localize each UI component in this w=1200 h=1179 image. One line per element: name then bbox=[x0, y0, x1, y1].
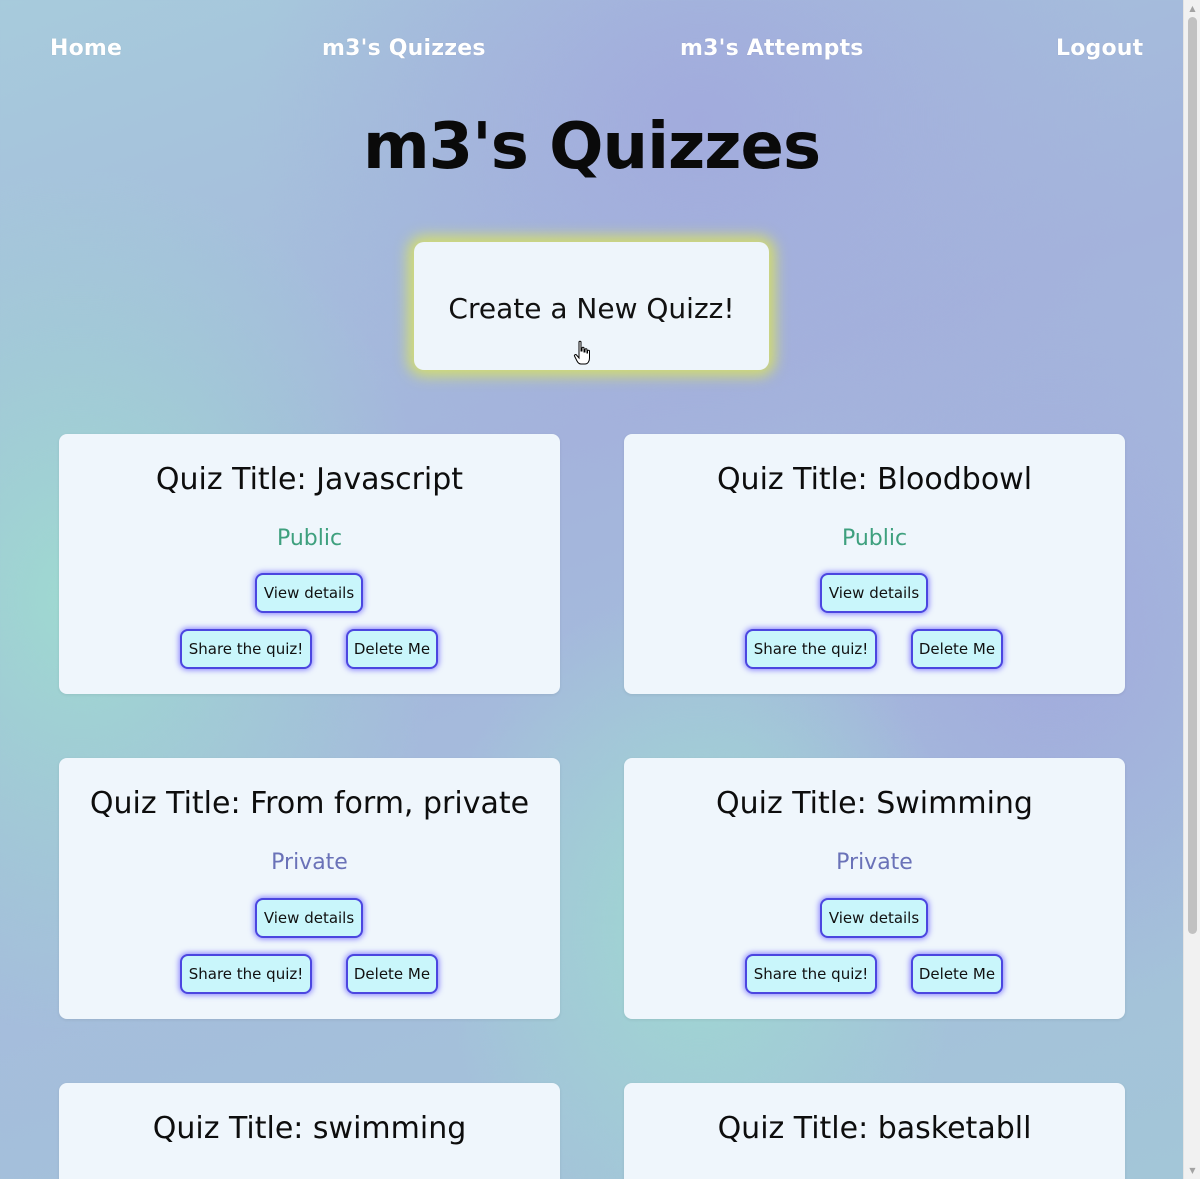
quiz-card: Quiz Title: swimming bbox=[59, 1083, 560, 1179]
scrollbar-thumb[interactable] bbox=[1188, 17, 1197, 934]
quiz-card: Quiz Title: Javascript Public View detai… bbox=[59, 434, 560, 694]
quiz-title: Quiz Title: basketabll bbox=[717, 1111, 1032, 1146]
scroll-down-arrow-icon[interactable]: ▼ bbox=[1184, 1162, 1200, 1179]
nav-logout-link[interactable]: Logout bbox=[1056, 36, 1143, 61]
nav-home-link[interactable]: Home bbox=[50, 36, 122, 61]
share-quiz-button[interactable]: Share the quiz! bbox=[180, 954, 312, 994]
hand-pointer-icon bbox=[573, 340, 590, 365]
page-title: m3's Quizzes bbox=[362, 110, 821, 184]
share-quiz-button[interactable]: Share the quiz! bbox=[745, 954, 877, 994]
quiz-title: Quiz Title: Swimming bbox=[716, 786, 1033, 821]
delete-quiz-button[interactable]: Delete Me bbox=[911, 954, 1003, 994]
create-quiz-button[interactable]: Create a New Quizz! bbox=[414, 242, 769, 370]
nav-my-quizzes-link[interactable]: m3's Quizzes bbox=[322, 36, 486, 61]
quiz-visibility: Public bbox=[276, 526, 343, 551]
share-quiz-button[interactable]: Share the quiz! bbox=[745, 629, 877, 669]
page: Home m3's Quizzes m3's Attempts Logout m… bbox=[0, 0, 1183, 1179]
view-details-button[interactable]: View details bbox=[255, 573, 363, 613]
view-details-button[interactable]: View details bbox=[820, 573, 928, 613]
delete-quiz-button[interactable]: Delete Me bbox=[346, 629, 438, 669]
delete-quiz-button[interactable]: Delete Me bbox=[911, 629, 1003, 669]
vertical-scrollbar[interactable]: ▲ ▼ bbox=[1183, 0, 1200, 1179]
quiz-visibility: Public bbox=[841, 526, 908, 551]
quiz-card: Quiz Title: Swimming Private View detail… bbox=[624, 758, 1125, 1019]
quiz-title: Quiz Title: Bloodbowl bbox=[716, 462, 1033, 497]
delete-quiz-button[interactable]: Delete Me bbox=[346, 954, 438, 994]
quiz-title: Quiz Title: From form, private bbox=[89, 786, 530, 821]
quiz-visibility: Private bbox=[271, 850, 348, 875]
scroll-up-arrow-icon[interactable]: ▲ bbox=[1184, 0, 1200, 17]
quiz-card: Quiz Title: basketabll bbox=[624, 1083, 1125, 1179]
quiz-title: Quiz Title: Javascript bbox=[155, 462, 464, 497]
quiz-title: Quiz Title: swimming bbox=[152, 1111, 467, 1146]
quiz-visibility: Private bbox=[836, 850, 913, 875]
nav-my-attempts-link[interactable]: m3's Attempts bbox=[680, 36, 864, 61]
quiz-card: Quiz Title: Bloodbowl Public View detail… bbox=[624, 434, 1125, 694]
share-quiz-button[interactable]: Share the quiz! bbox=[180, 629, 312, 669]
quiz-card: Quiz Title: From form, private Private V… bbox=[59, 758, 560, 1019]
view-details-button[interactable]: View details bbox=[255, 898, 363, 938]
view-details-button[interactable]: View details bbox=[820, 898, 928, 938]
